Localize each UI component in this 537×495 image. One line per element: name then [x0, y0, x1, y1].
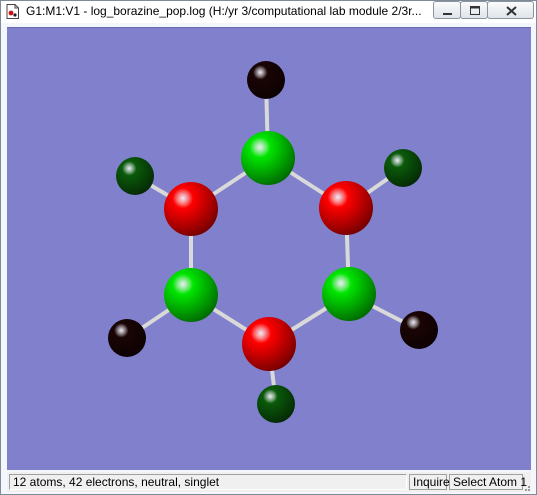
resize-grip-icon[interactable] [523, 484, 531, 492]
maximize-button[interactable] [460, 1, 488, 19]
close-button[interactable] [487, 1, 534, 19]
atom-8-h[interactable] [384, 149, 422, 187]
atom-4-b[interactable] [242, 317, 296, 371]
title-bar[interactable]: G1:M1:V1 - log_borazine_pop.log (H:/yr 3… [1, 1, 536, 23]
atom-1-n[interactable] [241, 131, 295, 185]
window-title: G1:M1:V1 - log_borazine_pop.log (H:/yr 3… [26, 4, 422, 18]
atom-2-b[interactable] [319, 181, 373, 235]
atoms-group[interactable] [108, 61, 438, 423]
atom-5-n[interactable] [164, 268, 218, 322]
log-file-icon[interactable] [6, 4, 19, 19]
minimize-button[interactable] [433, 1, 461, 19]
borazine-molecule[interactable] [7, 28, 531, 470]
status-bar: 12 atoms, 42 electrons, neutral, singlet… [7, 472, 531, 492]
atom-10-h[interactable] [257, 385, 295, 423]
atom-3-n[interactable] [322, 267, 376, 321]
close-icon [506, 6, 517, 16]
minimize-icon [443, 13, 452, 15]
atom-9-h[interactable] [400, 311, 438, 349]
molecule-info-status: 12 atoms, 42 electrons, neutral, singlet [9, 474, 407, 490]
gaussview-window: G1:M1:V1 - log_borazine_pop.log (H:/yr 3… [0, 0, 537, 495]
molecule-viewport[interactable] [7, 27, 531, 470]
atom-11-h[interactable] [108, 319, 146, 357]
atom-6-b[interactable] [164, 182, 218, 236]
maximize-icon [470, 6, 480, 15]
atom-7-h[interactable] [247, 61, 285, 99]
selection-hint-status: Select Atom 1 [449, 474, 527, 490]
mouse-mode-status: Inquire [409, 474, 450, 490]
atom-12-h[interactable] [116, 157, 154, 195]
